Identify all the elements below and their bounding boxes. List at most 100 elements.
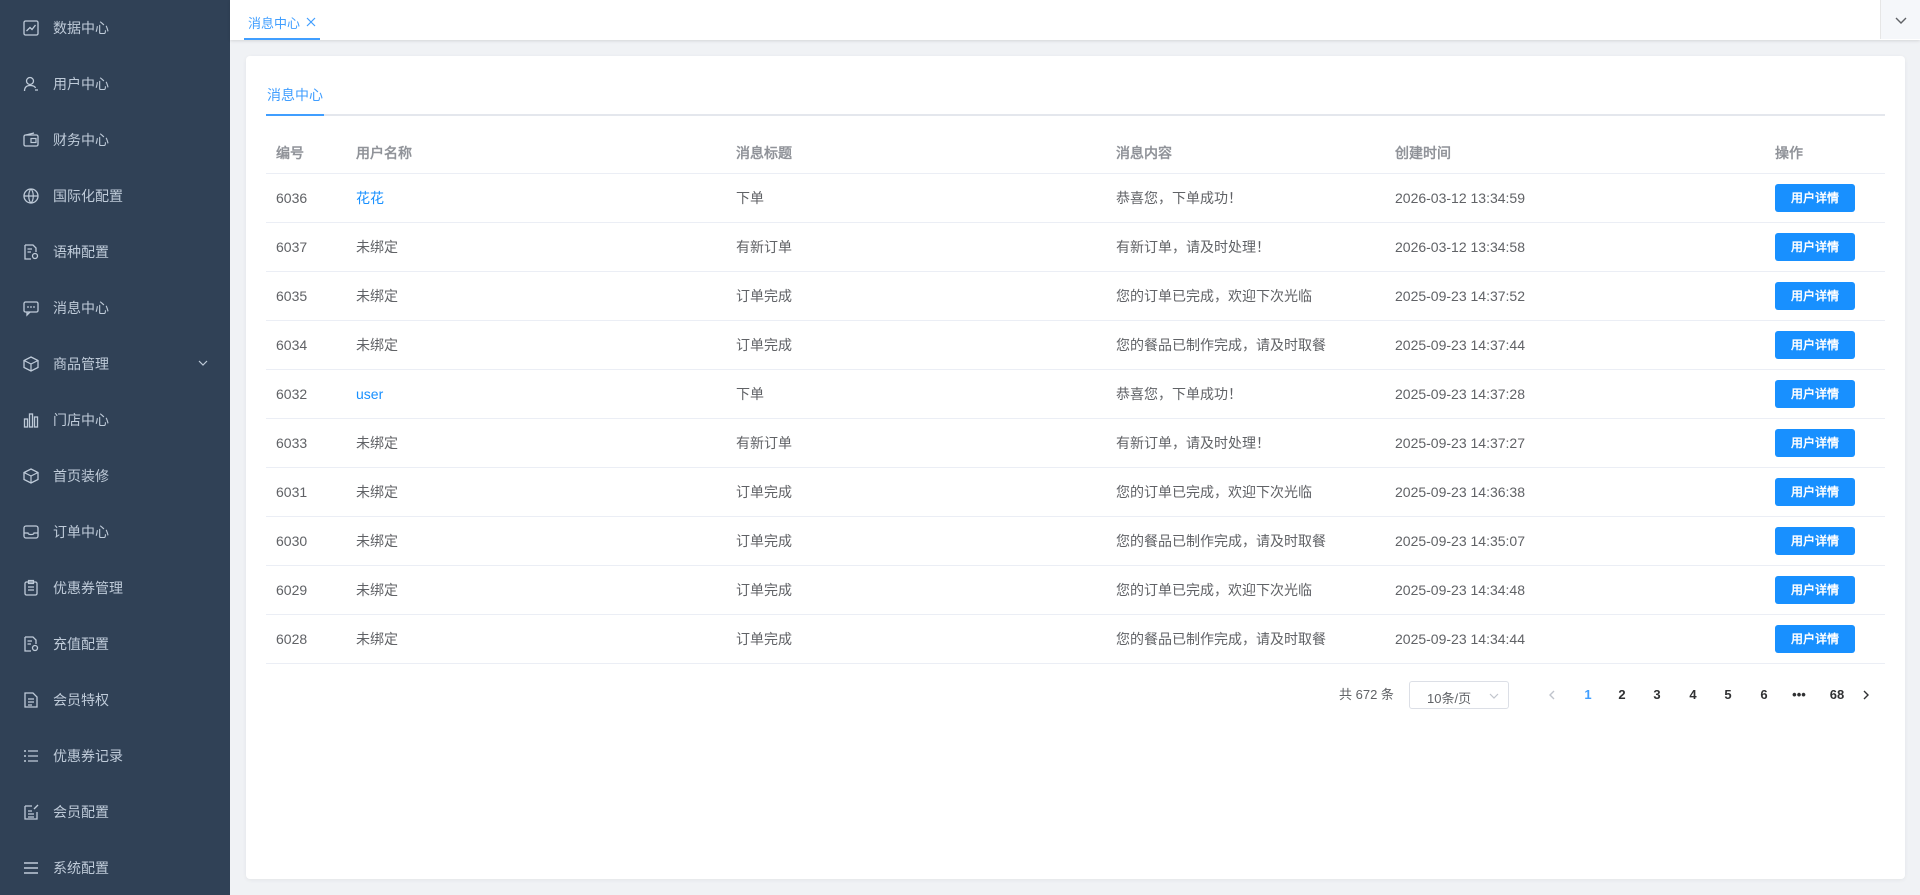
page-button[interactable]: 2: [1607, 681, 1637, 709]
chevron-down-icon: [196, 356, 210, 370]
cell-created-time: 2025-09-23 14:37:52: [1395, 288, 1525, 304]
page-button[interactable]: 5: [1713, 681, 1743, 709]
sidebar-item[interactable]: 会员配置: [0, 784, 230, 840]
user-link[interactable]: 花花: [356, 174, 384, 222]
user-detail-button[interactable]: 用户详情: [1775, 527, 1855, 555]
table-row: 6033 未绑定 有新订单 有新订单，请及时处理！ 2025-09-23 14:37:2…: [266, 419, 1885, 468]
cell-content: 您的订单已完成，欢迎下次光临: [1116, 484, 1312, 500]
user-detail-button[interactable]: 用户详情: [1775, 184, 1855, 212]
table-header: 编号 用户名称 消息标题 消息内容 创建时间 操作: [266, 132, 1885, 174]
cell-id: 6032: [276, 386, 308, 402]
sidebar-item[interactable]: 数据中心: [0, 0, 230, 56]
sidebar-item[interactable]: 系统配置: [0, 840, 230, 895]
page-button[interactable]: 1: [1573, 681, 1603, 709]
document-icon: [22, 691, 40, 709]
cell-title: 订单完成: [736, 631, 792, 647]
cell-actions: 用户详情: [1775, 174, 1855, 222]
cell-username: 未绑定: [356, 435, 398, 451]
cell-id: 6037: [276, 239, 308, 255]
cell-actions: 用户详情: [1775, 223, 1855, 271]
sidebar-item-label: 消息中心: [53, 300, 109, 316]
table-row: 6028 未绑定 订单完成 您的餐品已制作完成，请及时取餐 2025-09-23 14:…: [266, 615, 1885, 664]
cell-title: 有新订单: [736, 239, 792, 255]
cell-created-time: 2025-09-23 14:34:48: [1395, 582, 1525, 598]
globe-icon: [22, 187, 40, 205]
page-size-select[interactable]: 10条/页: [1409, 681, 1509, 709]
wallet-icon: [22, 131, 40, 149]
document-settings-icon: [22, 243, 40, 261]
table-row: 6029 未绑定 订单完成 您的订单已完成，欢迎下次光临 2025-09-23 14:3…: [266, 566, 1885, 615]
inner-tabs: 消息中心: [266, 86, 1885, 116]
chevron-right-icon: [1863, 690, 1869, 700]
chart-line-icon: [22, 19, 40, 37]
cell-actions: 用户详情: [1775, 370, 1855, 418]
sidebar-item[interactable]: 首页装修: [0, 448, 230, 504]
cell-actions: 用户详情: [1775, 321, 1855, 369]
user-detail-button[interactable]: 用户详情: [1775, 282, 1855, 310]
table-row: 6036 花花 下单 恭喜您，下单成功！ 2026-03-12 13:34:59 用户详情: [266, 174, 1885, 223]
page-button[interactable]: 68: [1822, 681, 1852, 709]
sidebar-item-label: 数据中心: [53, 20, 109, 36]
user-detail-button[interactable]: 用户详情: [1775, 478, 1855, 506]
user-detail-button[interactable]: 用户详情: [1775, 576, 1855, 604]
user-detail-button[interactable]: 用户详情: [1775, 625, 1855, 653]
chevron-down-icon: [1488, 690, 1500, 702]
tab-message-center[interactable]: 消息中心: [244, 6, 321, 40]
user-detail-button[interactable]: 用户详情: [1775, 233, 1855, 261]
sidebar-item[interactable]: 语种配置: [0, 224, 230, 280]
sidebar-item-label: 商品管理: [53, 356, 109, 372]
prev-page-button[interactable]: [1537, 681, 1567, 709]
cell-title: 下单: [736, 386, 764, 402]
cell-id: 6030: [276, 533, 308, 549]
inner-tab-message-center[interactable]: 消息中心: [266, 86, 324, 116]
table-row: 6030 未绑定 订单完成 您的餐品已制作完成，请及时取餐 2025-09-23 14:…: [266, 517, 1885, 566]
tab-label: 消息中心: [248, 15, 301, 31]
cell-content: 有新订单，请及时处理！: [1116, 239, 1270, 255]
cell-username: 未绑定: [356, 533, 398, 549]
sidebar-item[interactable]: 会员特权: [0, 672, 230, 728]
page-button[interactable]: 6: [1749, 681, 1779, 709]
sidebar-item[interactable]: 订单中心: [0, 504, 230, 560]
sidebar-item-label: 财务中心: [53, 132, 109, 148]
pagination: 共 672 条 10条/页 1 2 3 4 5 6 ••• 68: [246, 681, 1905, 709]
user-link[interactable]: user: [356, 370, 383, 418]
cell-id: 6029: [276, 582, 308, 598]
cell-title: 订单完成: [736, 337, 792, 353]
sidebar-item[interactable]: 门店中心: [0, 392, 230, 448]
sidebar-item-label: 会员配置: [53, 804, 109, 820]
cell-created-time: 2026-03-12 13:34:59: [1395, 190, 1525, 206]
header-username: 用户名称: [356, 144, 412, 161]
sidebar-item[interactable]: 国际化配置: [0, 168, 230, 224]
cell-title: 订单完成: [736, 582, 792, 598]
sidebar-item[interactable]: 消息中心: [0, 280, 230, 336]
sidebar-item-label: 语种配置: [53, 244, 109, 260]
sidebar-item[interactable]: 财务中心: [0, 112, 230, 168]
user-detail-button[interactable]: 用户详情: [1775, 429, 1855, 457]
user-detail-button[interactable]: 用户详情: [1775, 380, 1855, 408]
page-button[interactable]: 4: [1678, 681, 1708, 709]
cell-id: 6028: [276, 631, 308, 647]
sidebar-item[interactable]: 优惠券记录: [0, 728, 230, 784]
tab-dropdown-button[interactable]: [1880, 0, 1920, 39]
next-page-button[interactable]: [1851, 681, 1881, 709]
sidebar-item-label: 订单中心: [53, 524, 109, 540]
bar-chart-icon: [22, 411, 40, 429]
sidebar-item[interactable]: 充值配置: [0, 616, 230, 672]
cell-created-time: 2025-09-23 14:37:44: [1395, 337, 1525, 353]
more-pages-button[interactable]: •••: [1784, 681, 1814, 709]
sidebar-item[interactable]: 优惠券管理: [0, 560, 230, 616]
cell-created-time: 2025-09-23 14:37:28: [1395, 386, 1525, 402]
page-button[interactable]: 3: [1642, 681, 1672, 709]
sidebar-item[interactable]: 商品管理: [0, 336, 230, 392]
sidebar-item[interactable]: 用户中心: [0, 56, 230, 112]
sidebar-item-label: 充值配置: [53, 636, 109, 652]
box-icon: [22, 355, 40, 373]
cell-created-time: 2025-09-23 14:36:38: [1395, 484, 1525, 500]
cell-actions: 用户详情: [1775, 517, 1855, 565]
user-detail-button[interactable]: 用户详情: [1775, 331, 1855, 359]
table-body: 6036 花花 下单 恭喜您，下单成功！ 2026-03-12 13:34:59 用户详情…: [266, 174, 1885, 664]
cell-username: 未绑定: [356, 288, 398, 304]
close-icon[interactable]: [306, 17, 316, 27]
cell-username: 未绑定: [356, 337, 398, 353]
chevron-left-icon: [1549, 690, 1555, 700]
